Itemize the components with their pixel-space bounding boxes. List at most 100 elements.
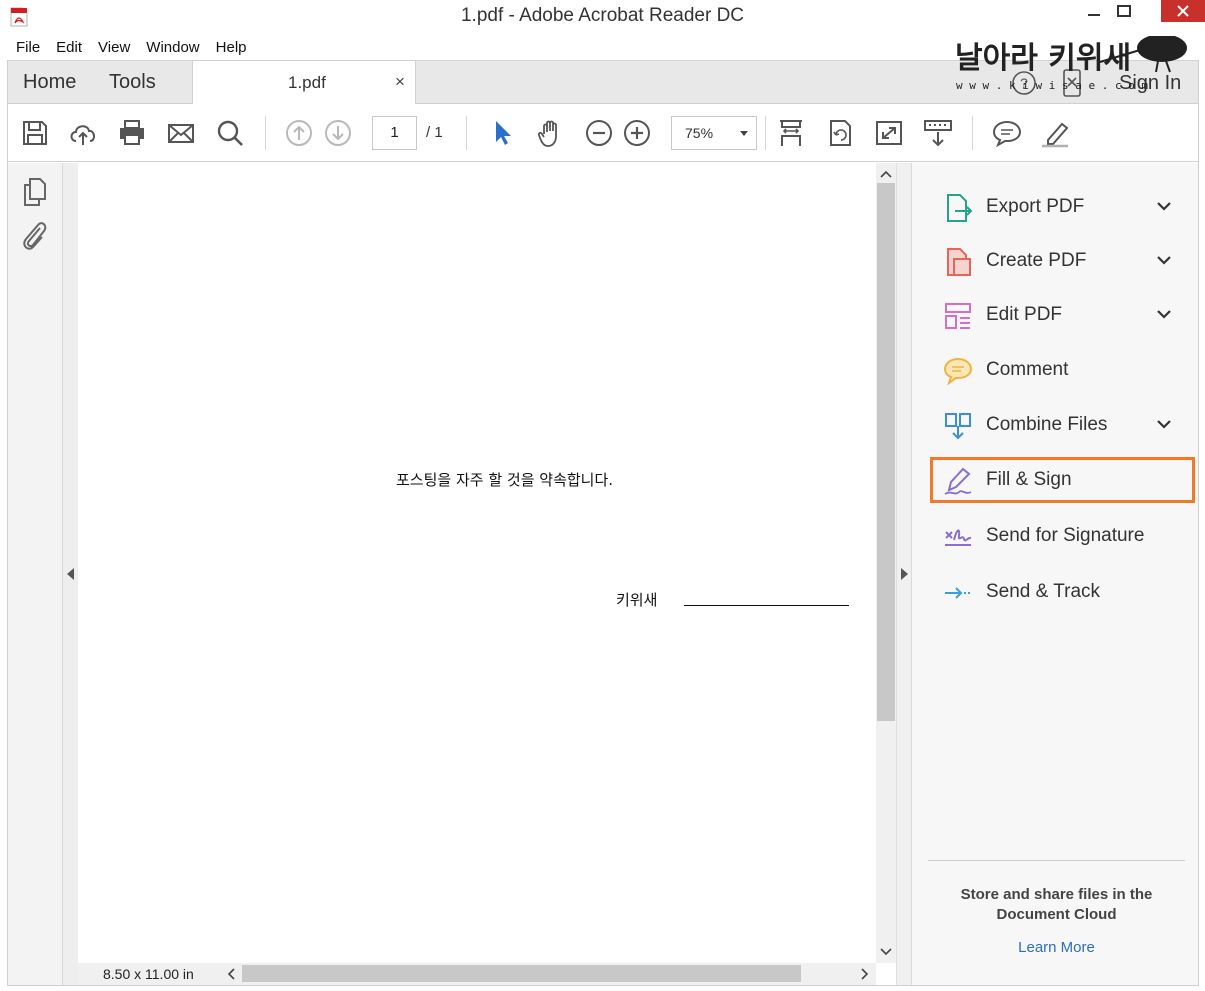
main-toolbar: 1 / 1 75%	[8, 104, 1198, 162]
vertical-scrollbar[interactable]	[876, 163, 896, 963]
tool-edit-pdf[interactable]: Edit PDF	[912, 290, 1199, 340]
scroll-left-icon[interactable]	[223, 965, 239, 982]
send-signature-icon	[945, 529, 972, 546]
minimize-icon	[1088, 14, 1100, 16]
status-bar: 8.50 x 11.00 in	[78, 963, 876, 985]
close-icon	[1177, 5, 1189, 17]
tool-label: Send for Signature	[986, 525, 1145, 546]
menu-edit[interactable]: Edit	[48, 37, 90, 59]
menu-file[interactable]: File	[8, 37, 48, 59]
scroll-right-icon[interactable]	[857, 965, 873, 982]
toolbar-separator	[466, 116, 467, 150]
email-icon[interactable]	[166, 118, 196, 148]
close-button[interactable]	[1161, 0, 1205, 22]
tool-create-pdf[interactable]: Create PDF	[912, 236, 1199, 286]
menu-bar: File Edit View Window Help	[8, 37, 255, 59]
kiwi-bird-icon	[1137, 36, 1187, 62]
left-pane-toggle[interactable]	[63, 163, 78, 985]
zoom-level-value: 75%	[685, 125, 714, 141]
document-cloud-message: Store and share files in the Document Cl…	[960, 886, 1153, 923]
fill-sign-highlight-box	[930, 457, 1195, 503]
tab-close-icon[interactable]: ×	[395, 72, 405, 92]
frame-border	[1198, 60, 1199, 985]
combine-files-icon	[945, 413, 971, 440]
comment-icon[interactable]	[992, 118, 1022, 148]
watermark-logo: 날아라 키위새 w w w . k i w i s a e . c o m	[955, 36, 1187, 92]
tool-label: Send & Track	[986, 581, 1101, 602]
read-mode-icon[interactable]	[923, 118, 953, 148]
scroll-down-icon[interactable]	[876, 943, 896, 961]
zoom-in-icon[interactable]	[622, 118, 652, 148]
tool-label: Comment	[986, 359, 1069, 380]
pane-divider	[928, 860, 1185, 861]
chevron-down-icon[interactable]	[1156, 254, 1172, 266]
right-pane-toggle[interactable]	[896, 163, 911, 985]
frame-border	[7, 60, 8, 985]
watermark-url: w w w . k i w i s a e . c o m	[956, 79, 1148, 92]
menu-help[interactable]: Help	[208, 37, 255, 59]
tool-comment[interactable]: Comment	[912, 345, 1199, 395]
document-text: 포스팅을 자주 할 것을 약속합니다.	[396, 471, 614, 489]
watermark-text: 날아라 키위새	[955, 41, 1131, 76]
page-thumbnails-icon[interactable]	[20, 177, 48, 207]
tool-combine-files[interactable]: Combine Files	[912, 400, 1199, 450]
tab-tools[interactable]: Tools	[109, 71, 156, 94]
save-icon[interactable]	[20, 118, 50, 148]
upload-cloud-icon[interactable]	[68, 118, 98, 148]
minimize-button[interactable]	[1077, 0, 1111, 22]
toolbar-separator	[765, 116, 766, 150]
left-navigation-pane	[8, 163, 63, 985]
page-total: / 1	[426, 124, 443, 141]
menu-view[interactable]: View	[90, 37, 138, 59]
window-title: 1.pdf - Adobe Acrobat Reader DC	[460, 5, 745, 26]
scroll-up-icon[interactable]	[876, 165, 896, 183]
left-arrow-icon	[67, 568, 74, 580]
hand-tool-icon[interactable]	[536, 118, 566, 148]
highlight-pen-icon[interactable]	[1040, 118, 1070, 148]
signature-line	[684, 605, 849, 606]
edit-pdf-icon	[945, 303, 971, 329]
title-bar: 1.pdf - Adobe Acrobat Reader DC	[0, 0, 1205, 34]
zoom-out-icon[interactable]	[584, 118, 614, 148]
tool-label: Export PDF	[986, 196, 1085, 217]
chevron-down-icon[interactable]	[1156, 418, 1172, 430]
rotate-page-icon[interactable]	[825, 118, 855, 148]
toolbar-separator	[972, 116, 973, 150]
page-size-label: 8.50 x 11.00 in	[103, 966, 194, 982]
tool-send-track[interactable]: Send & Track	[912, 567, 1199, 617]
tab-document[interactable]: 1.pdf ×	[192, 60, 416, 105]
comment-icon	[943, 357, 973, 386]
right-arrow-icon	[901, 568, 908, 580]
tab-home[interactable]: Home	[23, 71, 76, 94]
page-number-input[interactable]: 1	[372, 116, 417, 150]
chevron-down-icon	[740, 131, 748, 136]
frame-border	[7, 985, 1199, 986]
zoom-level-select[interactable]: 75%	[671, 116, 757, 150]
horizontal-scroll-thumb[interactable]	[242, 965, 801, 982]
attachments-icon[interactable]	[20, 220, 48, 250]
signature-label: 키위새	[616, 591, 658, 609]
horizontal-scrollbar[interactable]	[219, 963, 876, 985]
toolbar-separator	[265, 116, 266, 150]
search-icon[interactable]	[215, 118, 245, 148]
menu-window[interactable]: Window	[138, 37, 207, 59]
tool-label: Edit PDF	[986, 304, 1063, 325]
vertical-scroll-thumb[interactable]	[877, 183, 895, 721]
learn-more-link[interactable]: Learn More	[928, 939, 1185, 956]
document-page: 포스팅을 자주 할 것을 약속합니다. 키위새	[78, 163, 876, 963]
tools-pane: Export PDF Create PDF Edit PDF Comment C…	[911, 163, 1198, 985]
tool-send-for-signature[interactable]: Send for Signature	[912, 511, 1199, 561]
next-page-icon[interactable]	[323, 118, 353, 148]
tool-export-pdf[interactable]: Export PDF	[912, 182, 1199, 232]
select-cursor-icon[interactable]	[488, 118, 518, 148]
maximize-icon	[1117, 5, 1131, 17]
chevron-down-icon[interactable]	[1156, 308, 1172, 320]
scroll-mode-icon[interactable]	[776, 118, 806, 148]
chevron-down-icon[interactable]	[1156, 200, 1172, 212]
previous-page-icon[interactable]	[284, 118, 314, 148]
create-pdf-icon	[947, 248, 971, 276]
full-screen-icon[interactable]	[874, 118, 904, 148]
print-icon[interactable]	[117, 118, 147, 148]
tool-label: Combine Files	[986, 414, 1108, 435]
maximize-button[interactable]	[1107, 0, 1141, 22]
